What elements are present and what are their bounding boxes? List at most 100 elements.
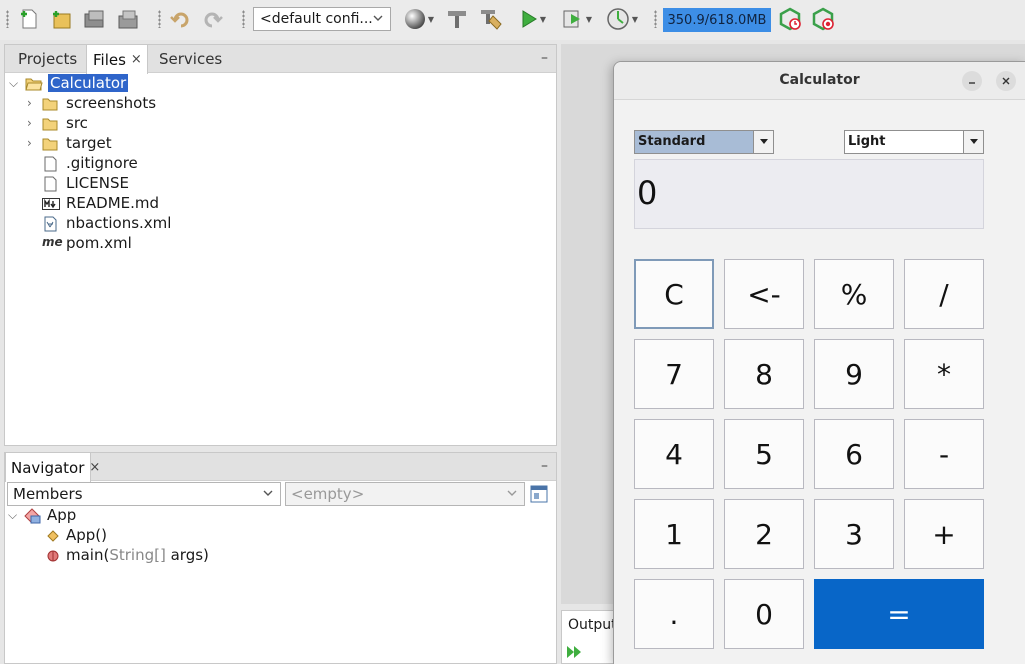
- build-icon[interactable]: [444, 6, 470, 32]
- open-project-icon[interactable]: [82, 6, 108, 32]
- class-icon: [24, 508, 41, 524]
- tree-item-src[interactable]: › src: [5, 114, 305, 134]
- gc-icon[interactable]: [777, 6, 803, 32]
- navigator-class-app[interactable]: ⌵ App: [5, 506, 205, 526]
- navigator-empty-value: <empty>: [291, 485, 365, 503]
- navigator-member-constructor[interactable]: App(): [5, 526, 205, 546]
- digit-8-button[interactable]: 8: [724, 339, 804, 409]
- key-label: 1: [665, 517, 683, 551]
- digit-5-button[interactable]: 5: [724, 419, 804, 489]
- tab-services-label: Services: [159, 50, 223, 68]
- key-label: <-: [747, 277, 781, 311]
- members-filter-value: Members: [13, 485, 83, 503]
- chevron-right-icon[interactable]: ›: [27, 96, 32, 110]
- tree-item-screenshots[interactable]: › screenshots: [5, 94, 305, 114]
- close-project-icon[interactable]: [116, 6, 142, 32]
- configuration-select-value: <default confi...: [260, 11, 373, 27]
- chevron-right-icon[interactable]: ›: [27, 116, 32, 130]
- configuration-select[interactable]: <default confi...: [253, 7, 391, 31]
- tree-item-pom[interactable]: me pom.xml: [5, 234, 305, 254]
- calculator-titlebar[interactable]: Calculator: [614, 62, 1025, 100]
- theme-select[interactable]: Light: [844, 130, 984, 154]
- chevron-down-icon[interactable]: ⌵: [8, 508, 17, 523]
- key-label: C: [664, 277, 684, 311]
- backspace-button[interactable]: <-: [724, 259, 804, 329]
- digit-7-button[interactable]: 7: [634, 339, 714, 409]
- maven-icon: me: [42, 235, 63, 249]
- close-icon[interactable]: ×: [131, 52, 142, 67]
- minimize-icon[interactable]: –: [541, 50, 548, 66]
- rerun-icon[interactable]: [566, 644, 582, 660]
- members-filter-select[interactable]: Members: [7, 482, 281, 506]
- tree-item-license[interactable]: LICENSE: [5, 174, 305, 194]
- navigator-member-main[interactable]: main(String[] args): [5, 546, 265, 566]
- minimize-window-button[interactable]: [962, 71, 982, 91]
- file-icon: [44, 176, 57, 192]
- digit-4-button[interactable]: 4: [634, 419, 714, 489]
- mode-select[interactable]: Standard: [634, 130, 774, 154]
- run-icon[interactable]: ▼: [515, 6, 551, 32]
- chevron-down-icon: [263, 490, 273, 496]
- digit-3-button[interactable]: 3: [814, 499, 894, 569]
- chevron-down-icon[interactable]: ⌵: [9, 76, 18, 91]
- toolbar-grip[interactable]: [242, 10, 245, 28]
- navigator-empty-select[interactable]: <empty>: [285, 482, 525, 506]
- chevron-right-icon[interactable]: ›: [27, 136, 32, 150]
- percent-button[interactable]: %: [814, 259, 894, 329]
- globe-icon[interactable]: ▼: [401, 6, 437, 32]
- key-label: 8: [755, 357, 773, 391]
- tab-files[interactable]: Files ×: [86, 45, 148, 74]
- tree-root-calculator[interactable]: ⌵ Calculator: [7, 74, 147, 94]
- tree-item-label: LICENSE: [66, 174, 129, 192]
- subtract-button[interactable]: -: [904, 419, 984, 489]
- tree-item-gitignore[interactable]: .gitignore: [5, 154, 305, 174]
- chevron-down-icon: ▼: [427, 14, 435, 24]
- xml-file-icon: [44, 216, 57, 232]
- toolbar-grip[interactable]: [6, 10, 9, 28]
- tree-item-readme[interactable]: README.md: [5, 194, 305, 214]
- divide-button[interactable]: /: [904, 259, 984, 329]
- toolbar-grip[interactable]: [158, 10, 161, 28]
- equals-button[interactable]: =: [814, 579, 984, 649]
- digit-6-button[interactable]: 6: [814, 419, 894, 489]
- tab-navigator[interactable]: Navigator ×: [5, 453, 100, 482]
- minimize-icon[interactable]: –: [541, 458, 548, 474]
- key-label: 3: [845, 517, 863, 551]
- close-window-button[interactable]: [996, 71, 1016, 91]
- tree-item-nbactions[interactable]: nbactions.xml: [5, 214, 305, 234]
- tree-item-target[interactable]: › target: [5, 134, 305, 154]
- profile-icon[interactable]: ▼: [602, 6, 642, 32]
- digit-1-button[interactable]: 1: [634, 499, 714, 569]
- toolbar-grip[interactable]: [654, 10, 657, 28]
- close-icon[interactable]: ×: [89, 460, 100, 475]
- tab-services[interactable]: Services: [159, 45, 222, 73]
- memory-usage-indicator[interactable]: 350.9/618.0MB: [663, 8, 771, 32]
- key-label: /: [939, 277, 949, 311]
- navigator-class-label: App: [47, 506, 77, 524]
- multiply-button[interactable]: *: [904, 339, 984, 409]
- key-label: 0: [755, 597, 773, 631]
- decimal-button[interactable]: .: [634, 579, 714, 649]
- theme-select-value: Light: [848, 134, 886, 149]
- clear-button[interactable]: C: [634, 259, 714, 329]
- clean-build-icon[interactable]: [477, 6, 505, 32]
- add-button[interactable]: +: [904, 499, 984, 569]
- tab-projects[interactable]: Projects: [18, 45, 77, 73]
- new-file-icon[interactable]: [16, 6, 42, 32]
- new-project-icon[interactable]: [48, 6, 74, 32]
- calculator-window: Calculator Standard Light 0 C <- % / 7 8…: [613, 61, 1025, 664]
- key-label: 4: [665, 437, 683, 471]
- undo-icon[interactable]: [167, 6, 193, 32]
- profiler-snapshot-icon[interactable]: [810, 6, 836, 32]
- main-toolbar: <default confi... ▼ ▼ ▼ ▼ 350.9/618.0MB: [0, 0, 1025, 40]
- digit-9-button[interactable]: 9: [814, 339, 894, 409]
- calculator-display: 0: [634, 159, 984, 229]
- debug-icon[interactable]: ▼: [558, 6, 596, 32]
- navigator-options-icon[interactable]: [530, 485, 548, 503]
- digit-2-button[interactable]: 2: [724, 499, 804, 569]
- tab-output[interactable]: Output: [568, 617, 617, 633]
- tree-item-label: nbactions.xml: [66, 214, 172, 232]
- digit-0-button[interactable]: 0: [724, 579, 804, 649]
- tree-item-label: pom.xml: [66, 234, 132, 252]
- redo-icon[interactable]: [200, 6, 226, 32]
